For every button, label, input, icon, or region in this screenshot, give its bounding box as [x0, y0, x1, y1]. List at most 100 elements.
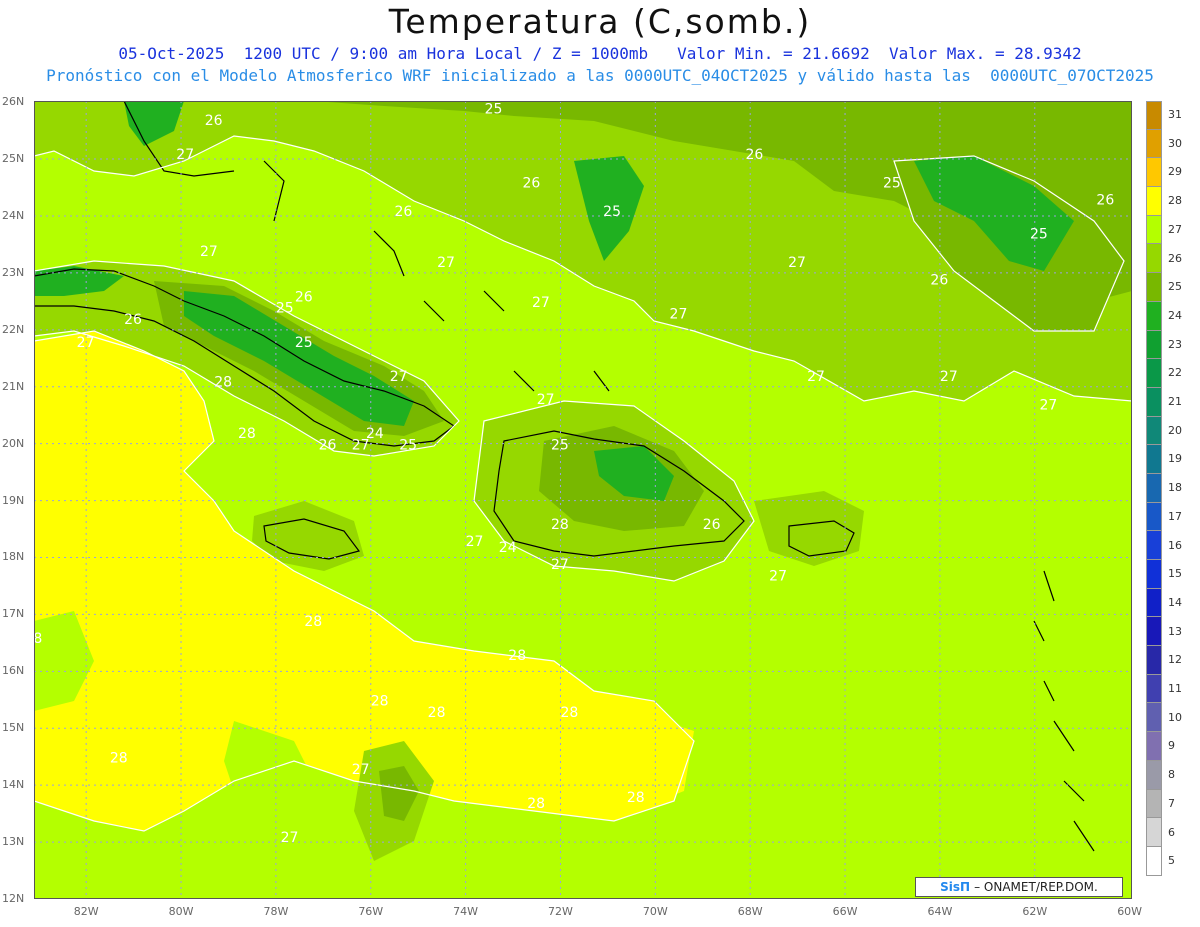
contour-label: 26 — [745, 147, 763, 163]
colorbar-swatch — [1146, 646, 1162, 675]
lat-label: 25N — [2, 152, 25, 166]
lon-label: 76W — [358, 905, 384, 918]
contour-label: 25 — [883, 176, 901, 192]
lat-label: 15N — [2, 721, 25, 735]
lon-label: 60W — [1117, 905, 1143, 918]
colorbar-swatch — [1146, 244, 1162, 274]
colorbar-label: 20 — [1168, 423, 1182, 437]
colorbar — [1146, 101, 1162, 876]
contour-label: 25 — [276, 301, 294, 317]
colorbar-swatch — [1146, 158, 1162, 188]
contour-label: 26 — [523, 176, 541, 192]
contour-label: 25 — [295, 335, 313, 351]
contour-label: 27 — [200, 244, 218, 260]
contour-label: 26 — [394, 204, 412, 220]
colorbar-swatch — [1146, 617, 1162, 647]
colorbar-swatch — [1146, 473, 1162, 503]
colorbar-label: 16 — [1168, 538, 1182, 552]
contour-label: 28 — [371, 693, 389, 709]
contour-label: 28 — [551, 517, 569, 533]
colorbar-swatch — [1146, 703, 1162, 733]
contour-label: 27 — [1040, 397, 1058, 413]
colorbar-label: 25 — [1168, 280, 1182, 294]
subtitle-date: 05-Oct-2025 1200 UTC / 9:00 am Hora Loca… — [118, 44, 1082, 63]
colorbar-swatch — [1146, 760, 1162, 790]
colorbar-label: 19 — [1168, 452, 1182, 466]
lon-label: 74W — [453, 905, 479, 918]
lon-label: 82W — [73, 905, 99, 918]
contour-label: 27 — [390, 369, 408, 385]
lat-label: 13N — [2, 835, 25, 849]
lat-label: 17N — [2, 607, 25, 621]
colorbar-label: 29 — [1168, 165, 1182, 179]
contour-label: 27 — [352, 762, 370, 778]
subtitle-model: Pronóstico con el Modelo Atmosferico WRF… — [46, 66, 1154, 85]
lat-label: 14N — [2, 778, 25, 792]
contour-label: 28 — [527, 796, 545, 812]
lon-label: 70W — [642, 905, 668, 918]
colorbar-swatch — [1146, 818, 1162, 847]
contour-label: 27 — [77, 335, 95, 351]
colorbar-swatch — [1146, 416, 1162, 446]
lat-label: 23N — [2, 265, 25, 279]
colorbar-swatch — [1146, 129, 1162, 159]
lat-label: 12N — [2, 892, 25, 905]
lat-label: 26N — [2, 95, 25, 109]
contour-label: 28 — [560, 705, 578, 721]
contour-label: 27 — [437, 255, 455, 271]
colorbar-swatch — [1146, 215, 1162, 245]
colorbar-label: 22 — [1168, 366, 1182, 380]
lat-label: 19N — [2, 493, 25, 507]
temperature-map: 2627252625262626 25252727 2726272726262527… — [34, 101, 1132, 899]
colorbar-swatch — [1146, 531, 1162, 560]
sispi-logo: SisΠ — [940, 880, 971, 894]
colorbar-label: 14 — [1168, 595, 1182, 609]
contour-label: 27 — [466, 534, 484, 550]
contour-label: 26 — [295, 289, 313, 305]
colorbar-label: 13 — [1168, 624, 1182, 638]
contour-label: 26 — [1096, 193, 1114, 209]
colorbar-label: 5 — [1168, 854, 1175, 868]
contour-label: 27 — [176, 147, 194, 163]
contour-label: 28 — [627, 790, 645, 806]
lat-label: 24N — [2, 208, 25, 222]
lon-label: 66W — [832, 905, 858, 918]
colorbar-label: 8 — [1168, 768, 1175, 782]
colorbar-swatch — [1146, 359, 1162, 388]
colorbar-label: 15 — [1168, 567, 1182, 581]
colorbar-label: 31 — [1168, 108, 1182, 121]
chart-title: Temperatura (C,somb.) — [388, 2, 812, 41]
colorbar-label: 26 — [1168, 251, 1182, 265]
colorbar-swatch — [1146, 846, 1162, 876]
contour-label: 27 — [352, 437, 370, 453]
contour-label: 25 — [485, 102, 503, 118]
contour-label: 26 — [205, 113, 223, 129]
colorbar-swatch — [1146, 732, 1162, 761]
colorbar-swatch — [1146, 301, 1162, 331]
lon-label: 68W — [737, 905, 763, 918]
colorbar-swatch — [1146, 387, 1162, 417]
colorbar-label: 12 — [1168, 653, 1182, 667]
colorbar-swatch — [1146, 445, 1162, 474]
lon-label: 80W — [168, 905, 194, 918]
colorbar-label: 23 — [1168, 337, 1182, 351]
credit-text: – ONAMET/REP.DOM. — [974, 880, 1098, 894]
contour-label: 28 — [508, 648, 526, 664]
contour-label: 28 — [214, 375, 232, 391]
lon-label: 64W — [927, 905, 953, 918]
colorbar-swatch — [1146, 273, 1162, 302]
contour-label: 28 — [428, 705, 446, 721]
lon-label: 72W — [548, 905, 573, 918]
contour-label: 27 — [788, 255, 806, 271]
lat-label: 16N — [2, 664, 25, 678]
lat-label: 21N — [2, 379, 25, 393]
colorbar-label: 27 — [1168, 222, 1182, 236]
colorbar-swatch — [1146, 101, 1162, 130]
colorbar-label: 10 — [1168, 710, 1182, 724]
contour-label: 27 — [807, 369, 825, 385]
contour-label: 24 — [499, 540, 517, 556]
lat-label: 20N — [2, 436, 25, 450]
lon-label: 62W — [1022, 905, 1048, 918]
credit-box: SisΠ – ONAMET/REP.DOM. — [915, 877, 1123, 897]
colorbar-label: 28 — [1168, 194, 1182, 208]
